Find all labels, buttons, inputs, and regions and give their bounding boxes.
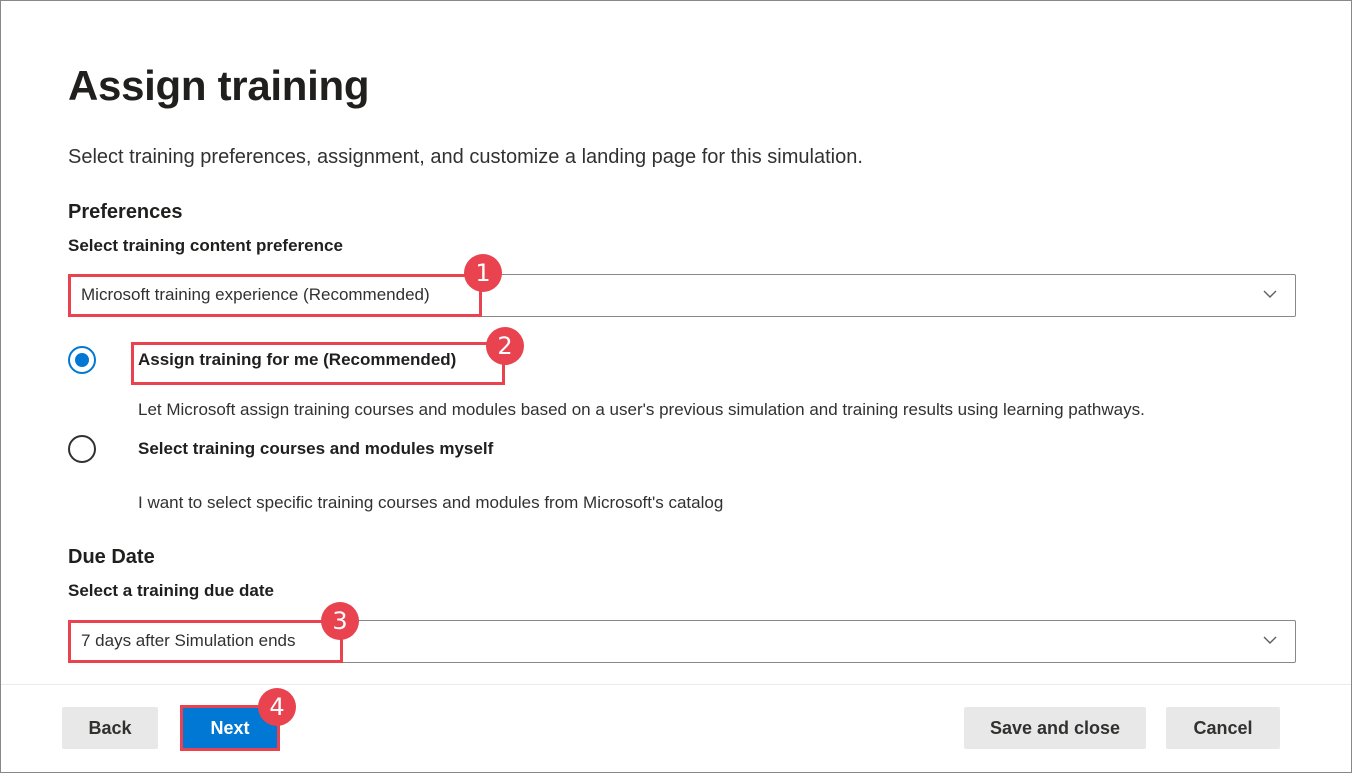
- annotation-badge-4: 4: [258, 688, 296, 726]
- preferences-heading: Preferences: [68, 201, 183, 223]
- annotation-highlight-1: [68, 274, 482, 317]
- option-assign-for-me-description: Let Microsoft assign training courses an…: [138, 400, 1145, 419]
- annotation-highlight-3: [68, 620, 343, 663]
- due-date-heading: Due Date: [68, 546, 155, 568]
- option-select-myself-description: I want to select specific training cours…: [138, 493, 724, 512]
- radio-assign-for-me[interactable]: [68, 346, 96, 374]
- option-select-myself-title[interactable]: Select training courses and modules myse…: [138, 439, 493, 459]
- radio-select-myself[interactable]: [68, 435, 96, 463]
- annotation-badge-1: 1: [464, 254, 502, 292]
- due-date-label: Select a training due date: [68, 581, 274, 600]
- save-and-close-button[interactable]: Save and close: [964, 707, 1146, 749]
- page-description: Select training preferences, assignment,…: [68, 146, 863, 168]
- back-button[interactable]: Back: [62, 707, 158, 749]
- annotation-highlight-2: [131, 342, 505, 385]
- annotation-badge-2: 2: [486, 327, 524, 365]
- content-preference-label: Select training content preference: [68, 236, 343, 255]
- cancel-button[interactable]: Cancel: [1166, 707, 1280, 749]
- chevron-down-icon: [1263, 290, 1277, 298]
- annotation-badge-3: 3: [321, 602, 359, 640]
- chevron-down-icon: [1263, 636, 1277, 644]
- page-title: Assign training: [68, 62, 370, 109]
- footer-divider: [1, 684, 1351, 685]
